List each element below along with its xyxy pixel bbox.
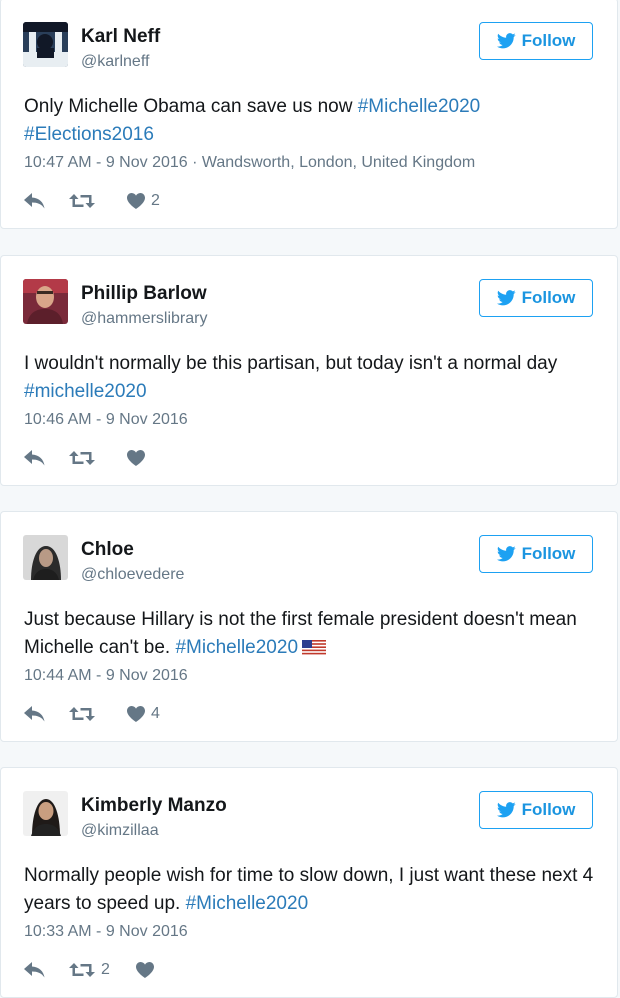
like-button[interactable] [135, 962, 160, 978]
tweet-actions: 2 [24, 960, 160, 980]
tweet-card: Kimberly Manzo @kimzillaa Follow Normall… [0, 767, 618, 998]
like-button[interactable]: 4 [127, 705, 160, 723]
tweet-actions: 4 [24, 704, 160, 724]
follow-label: Follow [521, 288, 576, 307]
display-name[interactable]: Karl Neff [81, 26, 160, 48]
follow-button[interactable]: Follow [479, 279, 593, 317]
follow-label: Follow [521, 544, 576, 563]
display-name[interactable]: Phillip Barlow [81, 283, 207, 305]
display-name[interactable]: Chloe [81, 539, 134, 561]
tweet-timestamp[interactable]: 10:47 AM - 9 Nov 2016 · Wandsworth, Lond… [24, 154, 475, 172]
reply-icon [24, 706, 45, 722]
hashtag-link[interactable]: #Elections2016 [24, 124, 154, 145]
heart-icon [127, 450, 145, 466]
tweet-text: Just because Hillary is not the first fe… [24, 609, 577, 658]
twitter-bird-icon [496, 290, 516, 306]
twitter-bird-icon [496, 33, 516, 49]
us-flag-icon [302, 640, 327, 656]
retweet-button[interactable] [69, 449, 101, 467]
tweet-card: Karl Neff @karlneff Follow Only Michelle… [0, 0, 618, 229]
heart-icon [135, 962, 154, 978]
avatar[interactable] [23, 22, 68, 67]
tweet-timestamp[interactable]: 10:33 AM - 9 Nov 2016 [24, 923, 188, 941]
retweet-icon [69, 194, 95, 208]
follow-label: Follow [521, 31, 576, 50]
tweet-actions [24, 448, 151, 468]
tweet-timestamp[interactable]: 10:44 AM - 9 Nov 2016 [24, 667, 188, 685]
reply-button[interactable] [24, 962, 46, 978]
tweet-actions: 2 [24, 191, 160, 211]
retweet-button[interactable] [69, 705, 101, 723]
retweet-icon [69, 707, 95, 721]
twitter-bird-icon [496, 546, 516, 562]
like-count: 2 [151, 192, 160, 209]
tweet-card: Chloe @chloevedere Follow Just because H… [0, 511, 618, 742]
retweet-count: 2 [101, 961, 110, 978]
username[interactable]: @hammerslibrary [81, 310, 207, 328]
avatar[interactable] [23, 535, 68, 580]
like-button[interactable] [127, 450, 151, 466]
heart-icon [127, 193, 145, 209]
hashtag-link[interactable]: #Michelle2020 [358, 96, 481, 117]
hashtag-link[interactable]: #michelle2020 [24, 381, 147, 402]
avatar[interactable] [23, 279, 68, 324]
tweet-text: Only Michelle Obama can save us now #Mic… [24, 96, 481, 145]
follow-label: Follow [521, 800, 576, 819]
heart-icon [127, 706, 145, 722]
reply-button[interactable] [24, 193, 46, 209]
username[interactable]: @kimzillaa [81, 822, 159, 840]
retweet-button[interactable] [69, 192, 101, 210]
follow-button[interactable]: Follow [479, 22, 593, 60]
retweet-icon [69, 963, 95, 977]
hashtag-link[interactable]: #Michelle2020 [175, 637, 298, 658]
display-name[interactable]: Kimberly Manzo [81, 795, 227, 817]
tweet-card: Phillip Barlow @hammerslibrary Follow I … [0, 255, 618, 486]
reply-button[interactable] [24, 706, 46, 722]
username[interactable]: @karlneff [81, 53, 149, 71]
like-button[interactable]: 2 [127, 192, 160, 210]
retweet-icon [69, 451, 95, 465]
like-count: 4 [151, 705, 160, 722]
tweet-text: Normally people wish for time to slow do… [24, 865, 594, 914]
retweet-button[interactable]: 2 [69, 961, 110, 979]
follow-button[interactable]: Follow [479, 791, 593, 829]
reply-icon [24, 962, 45, 978]
reply-icon [24, 193, 45, 209]
reply-button[interactable] [24, 450, 46, 466]
follow-button[interactable]: Follow [479, 535, 593, 573]
avatar[interactable] [23, 791, 68, 836]
hashtag-link[interactable]: #Michelle2020 [186, 893, 309, 914]
twitter-bird-icon [496, 802, 516, 818]
tweet-text: I wouldn't normally be this partisan, bu… [24, 353, 558, 402]
username[interactable]: @chloevedere [81, 566, 184, 584]
reply-icon [24, 450, 45, 466]
tweet-timestamp[interactable]: 10:46 AM - 9 Nov 2016 [24, 411, 188, 429]
